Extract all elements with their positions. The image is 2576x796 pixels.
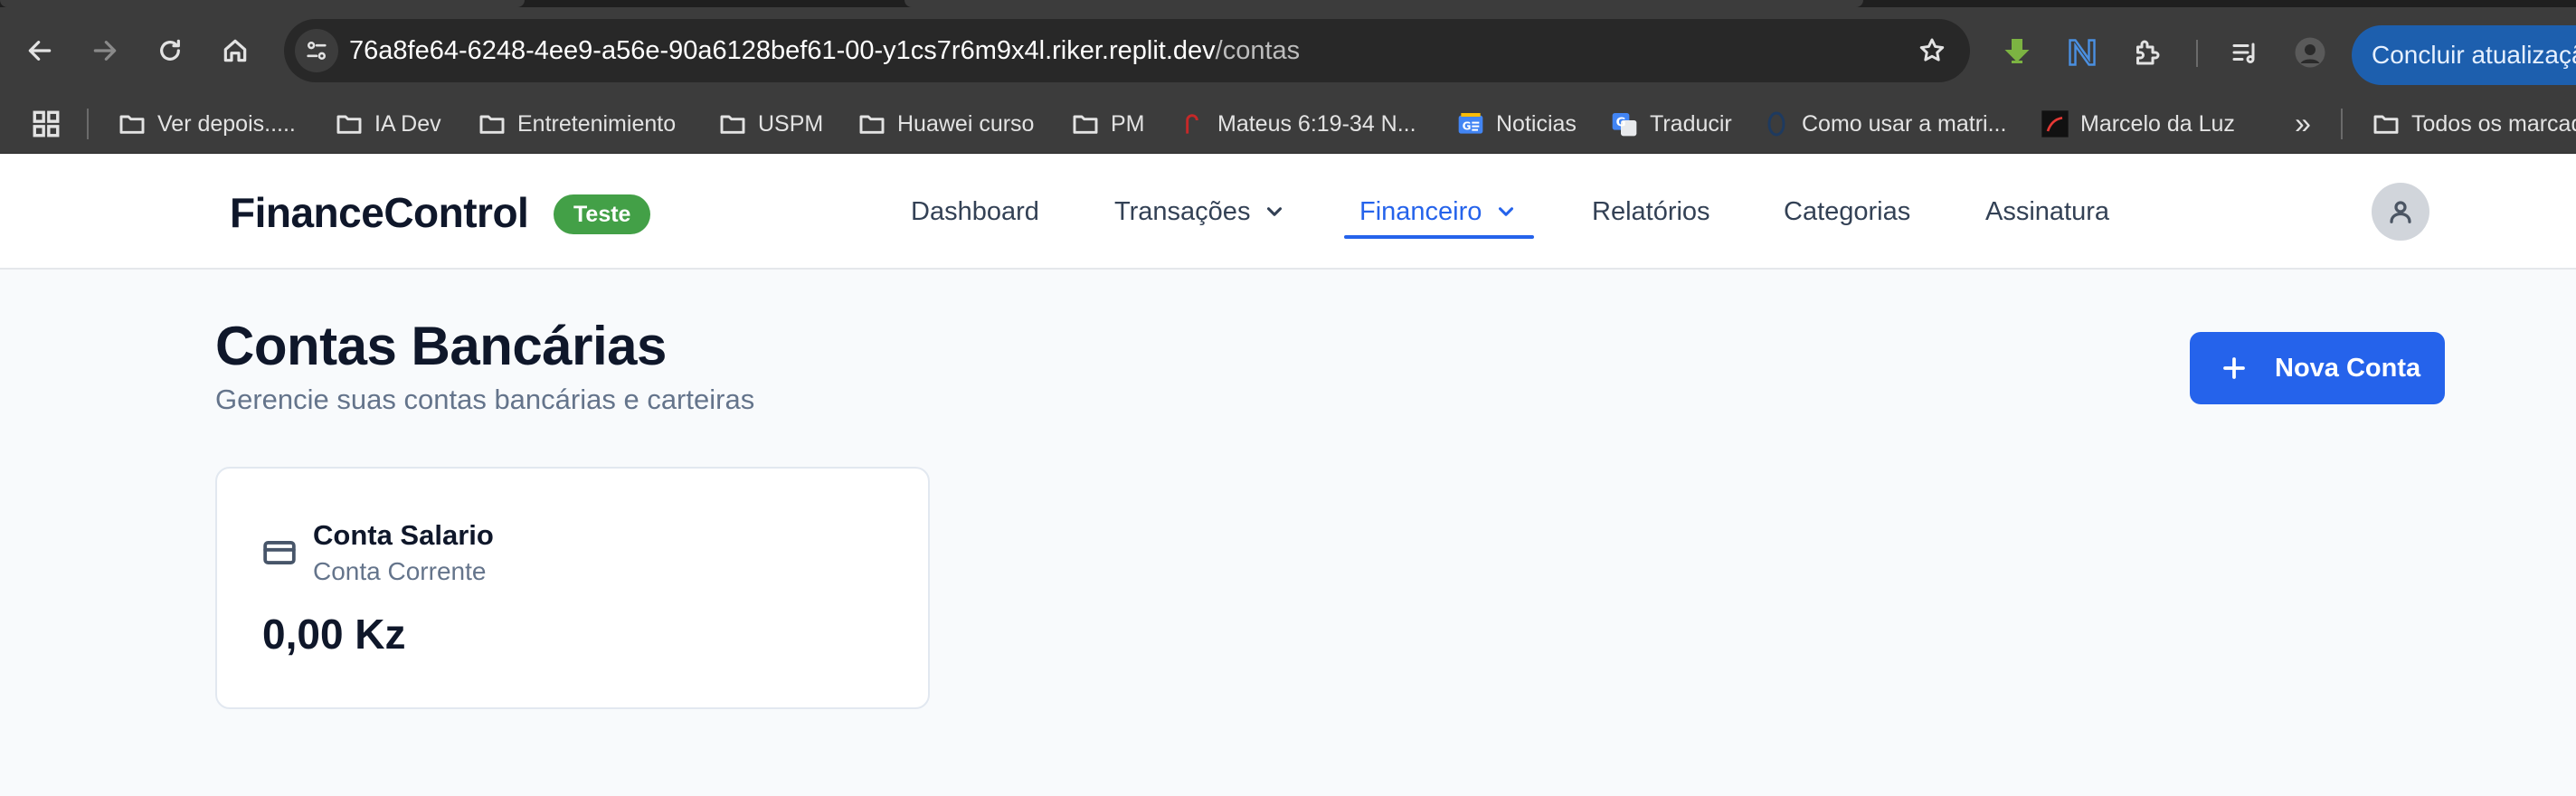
folder-icon (720, 115, 745, 134)
arrow-left-icon (28, 41, 52, 61)
bookmarks-separator (2341, 109, 2343, 139)
google-translate-icon: G (1612, 113, 1637, 137)
url-host: 76a8fe64-6248-4ee9-a56e-90a6128bef61-00-… (349, 36, 1216, 65)
svg-text:G: G (1616, 117, 1626, 130)
nav-relatorios[interactable]: Relatórios (1592, 154, 1710, 270)
bookmark-label: Huawei curso (897, 110, 1035, 137)
nav-label: Financeiro (1359, 196, 1482, 226)
svg-text:G: G (1463, 120, 1472, 133)
bookmark-label: Como usar a matri... (1802, 110, 2007, 137)
bookmark-label: Ver depois..... (157, 110, 296, 137)
account-type: Conta Corrente (313, 557, 487, 585)
browser-tab[interactable] (904, 0, 1863, 7)
folder-icon (2373, 115, 2399, 134)
home-icon (223, 39, 247, 62)
nav-label: Transações (1114, 196, 1251, 226)
bookmark-item[interactable]: USPM (718, 94, 823, 154)
page-title: Contas Bancárias (215, 316, 667, 376)
bookmark-item[interactable]: Entretenimiento (478, 94, 676, 154)
bible-site-icon (1186, 114, 1198, 134)
bookmarks-separator (87, 109, 89, 139)
update-browser-button[interactable]: Concluir atualização (2352, 25, 2576, 85)
active-nav-indicator (1344, 235, 1534, 239)
account-card[interactable]: Conta Salario Conta Corrente 0,00 Kz (215, 467, 930, 709)
site-icon (2041, 110, 2069, 137)
bookmark-label: Todos os marcadores (2411, 110, 2576, 137)
bookmark-item[interactable]: PM (1071, 94, 1145, 154)
download-extension-icon[interactable] (2001, 36, 2033, 69)
folder-icon (479, 115, 505, 134)
page-subtitle: Gerencie suas contas bancárias e carteir… (215, 384, 755, 415)
browser-tab[interactable] (0, 0, 525, 7)
folder-icon (336, 115, 362, 134)
reading-list-icon[interactable] (2229, 36, 2261, 69)
bookmark-label: Mateus 6:19-34 N... (1217, 110, 1416, 137)
folder-icon (119, 115, 145, 134)
profile-avatar-icon[interactable] (2294, 36, 2326, 69)
folder-icon (859, 115, 885, 134)
bookmark-label: Traducir (1650, 110, 1732, 137)
nav-assinatura[interactable]: Assinatura (1985, 154, 2109, 270)
back-button[interactable] (16, 27, 63, 74)
url-path: /contas (1215, 36, 1301, 65)
chevron-down-icon (1499, 207, 1514, 216)
site-info-button[interactable] (295, 29, 338, 72)
nav-financeiro[interactable]: Financeiro (1359, 154, 1518, 270)
address-url[interactable]: 76a8fe64-6248-4ee9-a56e-90a6128bef61-00-… (349, 19, 1300, 82)
bookmark-label: Entretenimiento (517, 110, 677, 137)
forward-button[interactable] (81, 27, 128, 74)
bookmark-star-button[interactable] (1918, 36, 1946, 65)
star-icon (1919, 38, 1945, 62)
browser-toolbar: 76a8fe64-6248-4ee9-a56e-90a6128bef61-00-… (0, 7, 2576, 94)
nav-label: Assinatura (1985, 196, 2110, 226)
site-icon (1767, 111, 1785, 137)
home-button[interactable] (212, 27, 259, 74)
account-balance: 0,00 Kz (262, 611, 406, 658)
arrow-right-icon (93, 41, 117, 61)
extensions-puzzle-icon[interactable] (2131, 36, 2164, 69)
user-icon (2390, 201, 2411, 223)
user-menu-button[interactable] (2372, 183, 2429, 241)
app-header: FinanceControl Teste Dashboard Transaçõe… (0, 154, 2576, 270)
credit-card-icon (262, 535, 297, 570)
bookmark-item[interactable]: Todos os marcadores (2372, 94, 2576, 154)
bookmarks-bar: Ver depois..... IA Dev Entretenimiento U… (0, 94, 2576, 154)
chevron-down-icon (1267, 207, 1283, 216)
apps-grid-icon[interactable] (31, 109, 62, 139)
folder-icon (1073, 115, 1098, 134)
new-account-button[interactable]: Nova Conta (2190, 332, 2445, 404)
bookmark-item[interactable]: G Noticias (1456, 94, 1577, 154)
bookmark-item[interactable]: Huawei curso (857, 94, 1034, 154)
bookmark-label: IA Dev (374, 110, 441, 137)
bookmark-item[interactable]: Mateus 6:19-34 N... (1178, 94, 1416, 154)
environment-badge: Teste (554, 194, 651, 234)
new-account-label: Nova Conta (2275, 353, 2421, 383)
reload-button[interactable] (147, 27, 194, 74)
bookmark-label: USPM (758, 110, 824, 137)
nav-dashboard[interactable]: Dashboard (911, 154, 1039, 270)
account-name: Conta Salario (313, 519, 494, 551)
bookmark-label: Noticias (1496, 110, 1577, 137)
nav-label: Dashboard (911, 196, 1039, 226)
brand-logo[interactable]: FinanceControl (230, 188, 529, 237)
nav-transacoes[interactable]: Transações (1114, 154, 1286, 270)
google-news-icon: G (1458, 113, 1483, 134)
bookmark-item[interactable]: G Traducir (1610, 94, 1732, 154)
toolbar-separator (2196, 40, 2198, 67)
bookmark-label: PM (1111, 110, 1145, 137)
bookmark-item[interactable]: Como usar a matri... (1762, 94, 2006, 154)
more-bookmarks-button[interactable]: » (2287, 107, 2319, 139)
nav-label: Relatórios (1592, 196, 1710, 226)
bookmark-item[interactable]: Marcelo da Luz (2041, 94, 2235, 154)
nav-categorias[interactable]: Categorias (1784, 154, 1910, 270)
reload-icon (160, 39, 180, 61)
address-bar[interactable]: 76a8fe64-6248-4ee9-a56e-90a6128bef61-00-… (284, 19, 1970, 82)
bookmark-item[interactable]: Ver depois..... (118, 94, 296, 154)
tune-icon (307, 41, 327, 61)
bookmark-item[interactable]: IA Dev (335, 94, 441, 154)
bookmark-label: Marcelo da Luz (2080, 110, 2235, 137)
nav-label: Categorias (1784, 196, 1911, 226)
n-extension-icon[interactable] (2066, 36, 2098, 69)
plus-icon (2223, 357, 2245, 379)
